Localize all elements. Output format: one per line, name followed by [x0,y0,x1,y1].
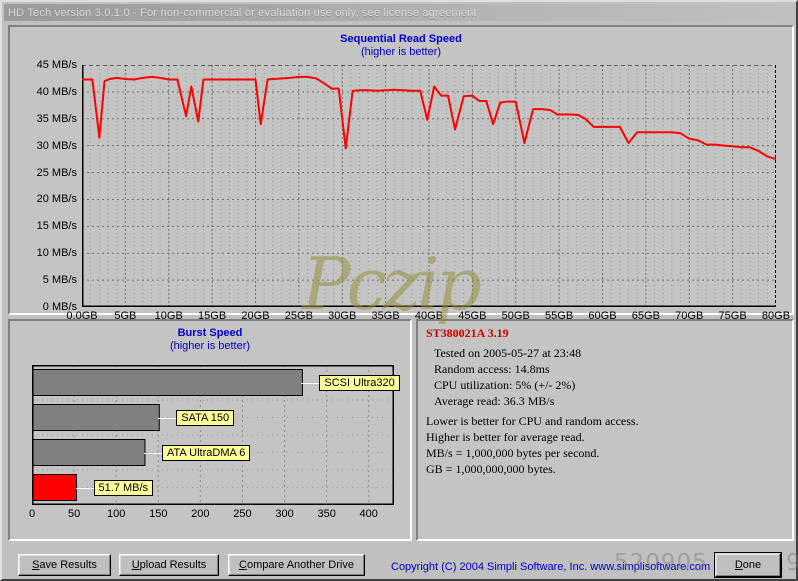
save-results-rest: ave Results [39,559,97,571]
upload-results-rest: pload Results [139,559,207,571]
burst-bar-callout: ATA UltraDMA 6 [161,444,251,461]
read-chart-title-block: Sequential Read Speed (higher is better) [10,33,792,59]
read-y-tick-label: 40 MB/s [36,85,77,98]
compare-drive-rest: ompare Another Drive [246,559,354,571]
read-line-chart [82,65,776,307]
callout-connector [158,417,177,419]
read-y-tick-label: 30 MB/s [36,139,77,152]
random-access-line: Random access: 14.8ms [434,362,550,376]
notes-list: Lower is better for CPU and random acces… [426,413,639,477]
sequential-read-chart-panel: Sequential Read Speed (higher is better)… [8,25,794,322]
read-chart-subtitle: (higher is better) [360,46,442,58]
done-rest: one [742,559,762,571]
upload-results-label: Upload Results [132,559,207,571]
read-plot-area: 0 MB/s 5 MB/s 10 MB/s 15 MB/s 20 MB/s 25 MB/s… [37,59,790,322]
drive-model-name: ST380021A 3.19 [426,326,509,340]
read-y-tick-label: 45 MB/s [36,59,77,71]
upload-results-accel: U [131,559,140,571]
drive-info-panel: ST380021A 3.19 Tested on 2005-05-27 at 2… [416,319,794,541]
read-y-tick-label: 25 MB/s [36,166,77,179]
window-title: HD Tech version 3.0.1.0 - For non-commer… [8,6,477,19]
burst-x-tick-label: 50 [67,508,81,520]
burst-chart-subtitle: (higher is better) [169,340,251,352]
done-accel: D [734,559,743,571]
compare-drive-label: Compare Another Drive [239,559,354,571]
burst-x-tick-label: 400 [359,508,378,520]
burst-bar-callout: SCSI Ultra320 [319,374,400,391]
compare-another-drive-button[interactable]: Compare Another Drive [228,554,365,576]
read-y-tick-label: 10 MB/s [36,247,77,260]
copyright-text: Copyright (C) 2004 Simpli Software, Inc.… [391,561,711,573]
burst-speed-chart-panel: Burst Speed (higher is better) SCSI Ultr… [8,319,412,541]
burst-x-tick-label: 250 [233,508,252,520]
burst-plot-area: SCSI Ultra320 SATA 150 ATA UltraDMA 6 51.7 … [29,365,400,520]
window-titlebar: HD Tech version 3.0.1.0 - For non-commer… [4,4,794,21]
callout-connector [143,452,162,454]
callout-connector [75,487,94,489]
read-y-tick-label: 5 MB/s [42,274,77,287]
burst-x-tick-label: 0 [28,508,36,520]
tested-on-line: Tested on 2005-05-27 at 23:48 [434,346,582,360]
upload-results-button[interactable]: Upload Results [119,554,219,576]
save-results-button[interactable]: Save Results [18,554,111,576]
burst-x-tick-label: 300 [275,508,294,520]
burst-x-tick-label: 350 [317,508,336,520]
note-line: Higher is better for average read. [426,430,585,444]
read-y-tick-label: 20 MB/s [36,193,77,206]
note-line: GB = 1,000,000,000 bytes. [426,462,556,476]
burst-bar-callout: 51.7 MB/s [93,479,154,496]
compare-drive-accel: C [239,559,247,571]
burst-x-tick-label: 200 [191,508,210,520]
note-line: Lower is better for CPU and random acces… [426,414,639,428]
read-y-tick-label: 35 MB/s [36,112,77,125]
burst-chart-title-block: Burst Speed (higher is better) [10,327,410,353]
read-chart-title: Sequential Read Speed [340,33,462,45]
note-line: MB/s = 1,000,000 bytes per second. [426,446,600,460]
drive-stats-list: Tested on 2005-05-27 at 23:48 Random acc… [434,345,581,409]
burst-bar-callout: SATA 150 [176,409,235,426]
read-y-tick-label: 15 MB/s [36,220,77,233]
burst-x-tick-label: 150 [149,508,168,520]
cpu-utilization-line: CPU utilization: 5% (+/- 2%) [434,378,576,392]
callout-connector [301,382,320,384]
burst-x-tick-label: 100 [106,508,126,520]
average-read-line: Average read: 36.3 MB/s [434,394,555,408]
done-button[interactable]: Done [714,552,782,578]
burst-chart-title: Burst Speed [177,327,243,339]
save-results-label: Save Results [32,559,97,571]
done-label: Done [735,559,761,571]
hd-tach-window: HD Tech version 3.0.1.0 - For non-commer… [0,0,798,581]
